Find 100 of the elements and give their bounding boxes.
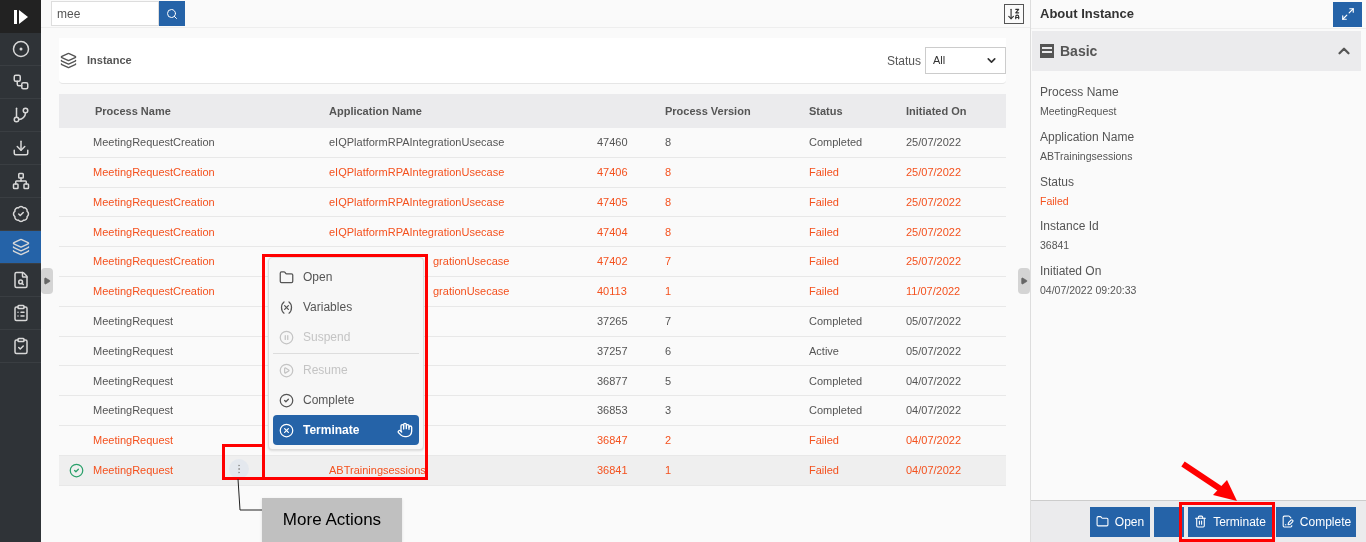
table-cell: MeetingRequest xyxy=(93,314,174,327)
table-cell-text: 7 xyxy=(665,313,673,329)
variables-icon xyxy=(279,299,294,315)
field-value: Failed xyxy=(1040,193,1070,209)
table-cell: MeetingRequest xyxy=(93,434,174,447)
section-icon xyxy=(1040,44,1054,58)
table-cell-text: 3 xyxy=(665,403,673,419)
sidebar-item[interactable] xyxy=(0,231,41,264)
arrow-icon xyxy=(1181,460,1239,502)
status-select[interactable]: All xyxy=(925,47,1006,74)
table-cell: MeetingRequestCreation xyxy=(93,165,215,178)
table-cell-text: Failed xyxy=(809,194,840,210)
table-cell-text: Failed xyxy=(809,284,840,300)
arrow-icon xyxy=(43,277,51,285)
table-cell: MeetingRequestCreation xyxy=(93,195,215,208)
table-cell-text: 25/07/2022 xyxy=(906,164,962,180)
nav-icon xyxy=(11,106,30,124)
table-cell: grationUsecase xyxy=(433,255,510,268)
table-cell-text: Failed xyxy=(809,164,840,180)
table-cell: MeetingRequestCreation xyxy=(93,136,215,149)
field-label: Initiated On xyxy=(1040,263,1103,280)
nav-icon xyxy=(11,271,30,289)
nav-icon xyxy=(11,238,30,256)
table-cell-text: 47405 xyxy=(597,194,629,210)
table-cell-text: 25/07/2022 xyxy=(906,224,962,240)
table-cell-text: Failed xyxy=(809,224,840,240)
nav-icon xyxy=(11,172,30,190)
table-cell: MeetingRequestCreation xyxy=(93,225,215,238)
action-button[interactable]: Terminate xyxy=(1188,506,1272,537)
table-cell-text: 1 xyxy=(665,284,673,300)
field-label: Process Name xyxy=(1040,84,1120,101)
field-label: Instance Id xyxy=(1040,218,1100,236)
table-cell: eIQPlatformRPAIntegrationUsecase xyxy=(329,136,505,149)
suspend-icon xyxy=(279,329,294,345)
nav-icon xyxy=(11,73,30,91)
table-cell-text: Failed xyxy=(809,433,840,449)
collapse-handle[interactable] xyxy=(41,268,53,294)
table-cell-text: 1 xyxy=(665,462,673,478)
menu-item[interactable]: Terminate xyxy=(273,415,419,445)
nav-icon xyxy=(11,304,30,322)
table-cell-text: 37257 xyxy=(597,343,629,359)
column-header: Application Name xyxy=(329,103,423,119)
table-cell-text: 04/07/2022 xyxy=(906,462,962,478)
table-cell-text: 04/07/2022 xyxy=(906,373,962,389)
search-field[interactable]: mee xyxy=(51,1,159,26)
table-cell-text: 25/07/2022 xyxy=(906,254,962,270)
table-cell-text: Failed xyxy=(809,254,840,270)
field-value: 36841 xyxy=(1040,238,1071,254)
expand-icon xyxy=(1340,7,1355,21)
table-cell-text: Completed xyxy=(809,373,864,389)
section-header[interactable]: Basic xyxy=(1032,31,1361,71)
column-header: Initiated On xyxy=(906,103,967,119)
table-cell-text: 47460 xyxy=(597,135,629,151)
table-cell: MeetingRequest xyxy=(93,404,174,417)
table-cell-text: 04/07/2022 xyxy=(906,403,962,419)
column-header: Process Version xyxy=(665,103,752,119)
table-cell-text: Completed xyxy=(809,135,864,151)
resume-icon xyxy=(279,362,294,378)
table-cell-text: 8 xyxy=(665,224,673,240)
expand-handle[interactable] xyxy=(1018,268,1030,294)
table-cell: MeetingRequest xyxy=(93,374,174,387)
table-cell-text: Active xyxy=(809,343,840,359)
search-button[interactable] xyxy=(159,1,185,26)
panel-title: Instance xyxy=(87,53,132,69)
search-icon xyxy=(166,7,178,20)
callout: More Actions xyxy=(262,498,402,542)
arrow-icon xyxy=(1020,277,1028,285)
table-cell-text: 11/07/2022 xyxy=(906,284,961,300)
table-cell: MeetingRequest xyxy=(93,463,174,476)
table-cell: MeetingRequestCreation xyxy=(93,255,215,268)
instance-icon xyxy=(60,52,77,69)
table-cell: eIQPlatformRPAIntegrationUsecase xyxy=(329,165,505,178)
table-cell-text: 25/07/2022 xyxy=(906,135,962,151)
action-button[interactable]: Open xyxy=(1090,506,1150,537)
nav-icon xyxy=(11,139,30,157)
table-cell: eIQPlatformRPAIntegrationUsecase xyxy=(329,225,505,238)
expand-button[interactable] xyxy=(1333,1,1362,27)
pointer-cursor-icon xyxy=(397,422,413,438)
table-cell-text: 6 xyxy=(665,343,673,359)
table-cell-text: 8 xyxy=(665,194,673,210)
table-cell-text: 25/07/2022 xyxy=(906,194,962,210)
check-icon xyxy=(68,462,84,478)
table-cell-text: 36847 xyxy=(597,433,629,449)
table-cell-text: 05/07/2022 xyxy=(906,343,962,359)
action-button[interactable] xyxy=(1154,506,1184,537)
table-cell-text: 04/07/2022 xyxy=(906,433,962,449)
table-cell-text: 37265 xyxy=(597,313,629,329)
table-cell-text: Completed xyxy=(809,313,864,329)
table-cell: eIQPlatformRPAIntegrationUsecase xyxy=(329,195,505,208)
open-icon xyxy=(279,269,294,285)
sort-button[interactable] xyxy=(1004,3,1024,24)
action-button[interactable]: Complete xyxy=(1276,506,1356,537)
table-cell-text: 47402 xyxy=(597,254,629,270)
field-value: 04/07/2022 09:20:33 xyxy=(1040,283,1138,298)
open-icon xyxy=(1095,515,1109,528)
table-cell-text: 47404 xyxy=(597,224,629,240)
sort-icon xyxy=(1007,6,1021,21)
field-label: Application Name xyxy=(1040,128,1136,146)
logo-icon[interactable] xyxy=(0,0,41,33)
table-cell-text: 36853 xyxy=(597,403,629,419)
